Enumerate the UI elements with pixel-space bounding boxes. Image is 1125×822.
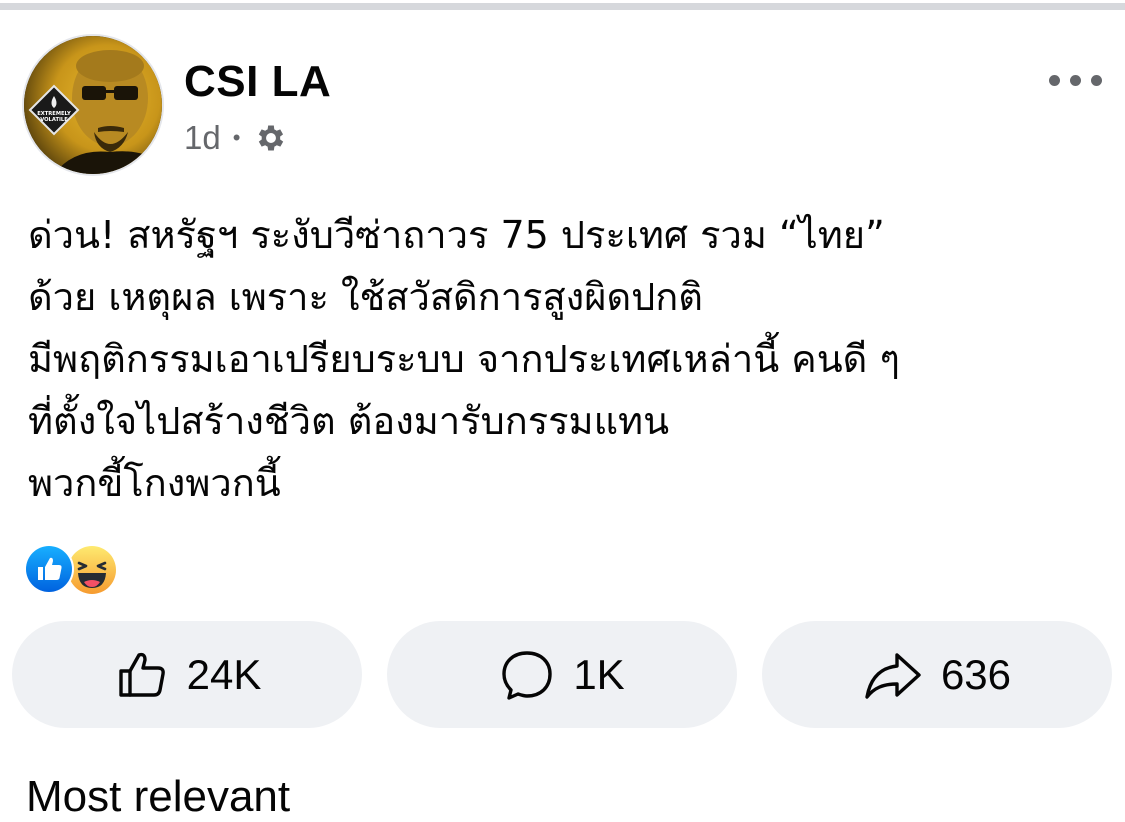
comment-button[interactable]: 1K <box>387 621 737 728</box>
page-name[interactable]: CSI LA <box>184 56 331 108</box>
post-timestamp[interactable]: 1d <box>184 119 221 157</box>
avatar-image: EXTREMELY VOLATILE <box>24 36 162 174</box>
more-dots-icon <box>1048 74 1060 86</box>
post-text-line: พวกขี้โกงพวกนี้ <box>28 461 281 505</box>
reactions-summary[interactable] <box>24 544 124 596</box>
post-text-line: ที่ตั้งใจไปสร้างชีวิต ต้องมารับกรรมแทน <box>28 399 670 443</box>
share-button[interactable]: 636 <box>762 621 1112 728</box>
share-icon <box>865 652 921 699</box>
post-meta: 1d • <box>184 114 288 162</box>
share-count: 636 <box>940 650 1012 698</box>
svg-text:VOLATILE: VOLATILE <box>40 117 68 123</box>
like-button[interactable]: 24K <box>12 621 362 728</box>
top-divider <box>0 0 1125 10</box>
more-options-button[interactable] <box>1040 62 1110 98</box>
thumbs-up-icon <box>118 652 165 697</box>
comment-icon <box>502 650 553 700</box>
post-text-line: มีพฤติกรรมเอาเปรียบระบบ จากประเทศเหล่านี… <box>28 337 900 381</box>
post-body: ด่วน! สหรัฐฯ ระงับวีซ่าถาวร 75 ประเทศ รว… <box>28 204 1108 514</box>
meta-separator: • <box>232 125 241 150</box>
post-text-line: ด่วน! สหรัฐฯ ระงับวีซ่าถาวร 75 ประเทศ รว… <box>28 213 885 257</box>
more-dot <box>1069 74 1081 86</box>
comment-count: 1K <box>573 650 625 698</box>
more-dot <box>1090 74 1102 86</box>
like-count: 24K <box>186 650 262 698</box>
comments-sort-heading[interactable]: Most relevant <box>26 772 290 822</box>
page-avatar[interactable]: EXTREMELY VOLATILE <box>22 34 164 176</box>
gear-icon <box>259 125 284 151</box>
like-reaction-icon <box>24 544 74 594</box>
post-text-line: ด้วย เหตุผล เพราะ ใช้สวัสดิการสูงผิดปกติ <box>28 275 703 319</box>
